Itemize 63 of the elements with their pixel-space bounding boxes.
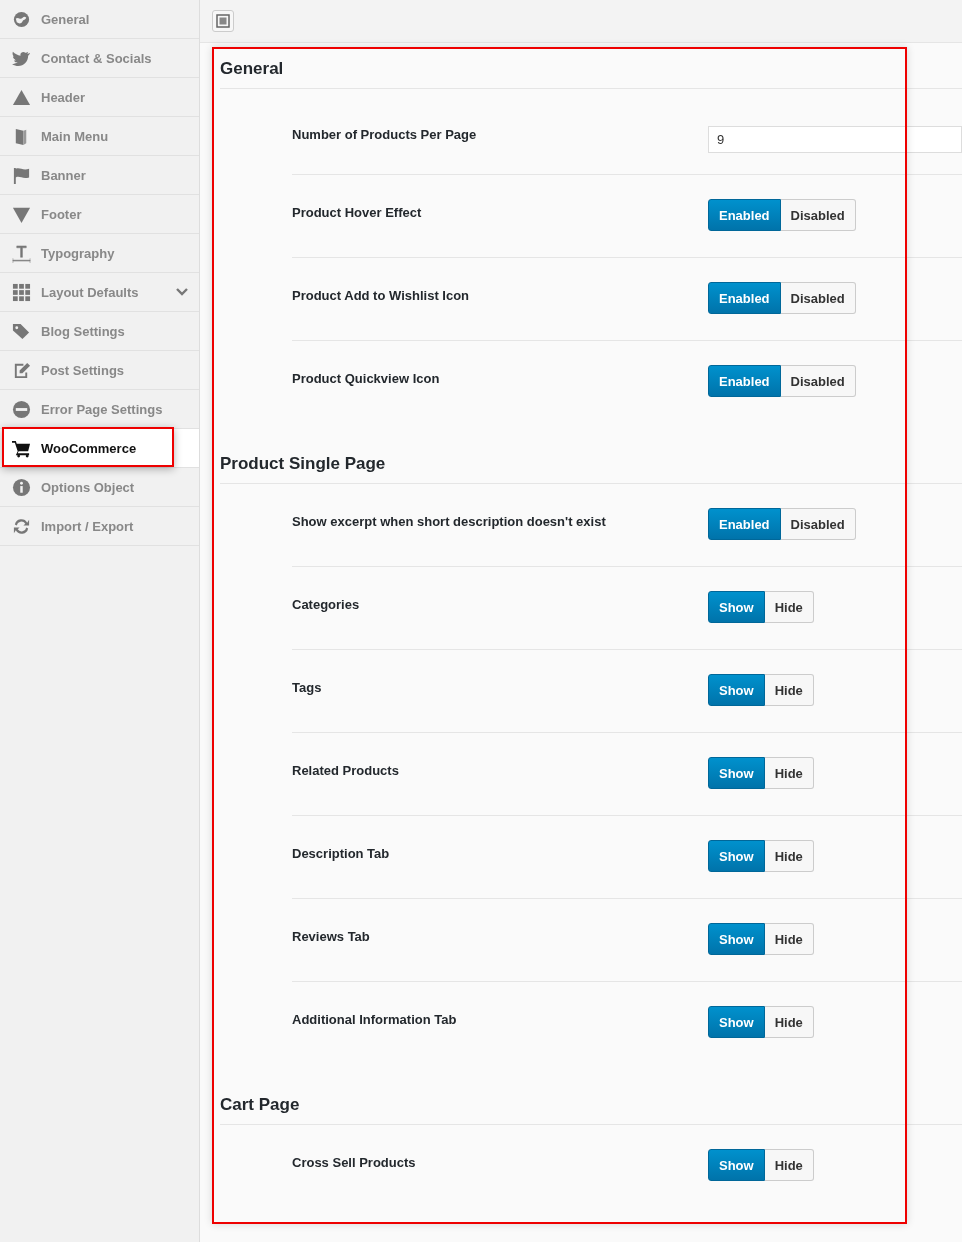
- grid-icon: [12, 282, 31, 302]
- tag-icon: [12, 321, 31, 341]
- toggle-option[interactable]: Disabled: [780, 508, 856, 540]
- flag-icon: [12, 165, 31, 185]
- refresh-icon: [12, 516, 31, 536]
- cart-icon: [12, 438, 31, 458]
- section-heading: Product Single Page: [220, 442, 962, 484]
- toggle-option[interactable]: Enabled: [708, 199, 781, 231]
- setting-label: Categories: [292, 596, 361, 613]
- setting-label: Cross Sell Products: [292, 1154, 417, 1171]
- sidebar-item[interactable]: WooCommerce: [0, 429, 199, 468]
- section-heading: General: [220, 47, 962, 89]
- toggle-option[interactable]: Show: [708, 1006, 765, 1038]
- toggle-option[interactable]: Enabled: [708, 365, 781, 397]
- toggle-option[interactable]: Show: [708, 923, 765, 955]
- setting-label: Additional Information Tab: [292, 1011, 458, 1028]
- sidebar-item[interactable]: Layout Defaults: [0, 273, 199, 312]
- toggle-option[interactable]: Show: [708, 674, 765, 706]
- sidebar-item[interactable]: Banner: [0, 156, 199, 195]
- toggle-option[interactable]: Disabled: [780, 365, 856, 397]
- toggle-option[interactable]: Hide: [764, 674, 814, 706]
- toggle-option[interactable]: Disabled: [780, 282, 856, 314]
- setting-label: Show excerpt when short description doesn't exist: [292, 513, 607, 530]
- triangle-icon: [12, 87, 31, 107]
- toggle-option[interactable]: Hide: [764, 840, 814, 872]
- toggle-option[interactable]: Show: [708, 1149, 765, 1181]
- sidebar-item[interactable]: Post Settings: [0, 351, 199, 390]
- sidebar-item[interactable]: Footer: [0, 195, 199, 234]
- toggle-option[interactable]: Hide: [764, 757, 814, 789]
- panel-icon: [216, 14, 230, 28]
- toggle-option[interactable]: Show: [708, 591, 765, 623]
- toggle-option[interactable]: Show: [708, 840, 765, 872]
- toggle-option[interactable]: Enabled: [708, 282, 781, 314]
- toggle-option[interactable]: Hide: [764, 591, 814, 623]
- layout-toggle-button[interactable]: [212, 10, 234, 32]
- setting-label: Tags: [292, 679, 323, 696]
- sidebar-item[interactable]: Main Menu: [0, 117, 199, 156]
- sidebar-item[interactable]: Typography: [0, 234, 199, 273]
- edit-icon: [12, 360, 31, 380]
- toggle-option[interactable]: Show: [708, 757, 765, 789]
- sidebar-item[interactable]: Header: [0, 78, 199, 117]
- text-icon: [12, 243, 31, 263]
- toggle-option[interactable]: Hide: [764, 923, 814, 955]
- sidebar-item[interactable]: Options Object: [0, 468, 199, 507]
- setting-label: Product Hover Effect: [292, 204, 423, 221]
- toggle-option[interactable]: Hide: [764, 1149, 814, 1181]
- sidebar-item[interactable]: Contact & Socials: [0, 39, 199, 78]
- sidebar-item[interactable]: General: [0, 0, 199, 39]
- sidebar-item[interactable]: Import / Export: [0, 507, 199, 546]
- setting-label: Reviews Tab: [292, 928, 371, 945]
- setting-label: Product Quickview Icon: [292, 370, 441, 387]
- input-field[interactable]: 9: [708, 126, 962, 153]
- minus-circle-icon: [12, 399, 31, 419]
- setting-label: Number of Products Per Page: [292, 126, 478, 143]
- setting-label: Description Tab: [292, 845, 391, 862]
- toggle-option[interactable]: Enabled: [708, 508, 781, 540]
- toggle-option[interactable]: Hide: [764, 1006, 814, 1038]
- setting-label: Related Products: [292, 762, 400, 779]
- info-icon: [12, 477, 31, 497]
- toggle-option[interactable]: Disabled: [780, 199, 856, 231]
- section-heading: Cart Page: [220, 1083, 962, 1125]
- sidebar-item[interactable]: Blog Settings: [0, 312, 199, 351]
- setting-label: Product Add to Wishlist Icon: [292, 287, 471, 304]
